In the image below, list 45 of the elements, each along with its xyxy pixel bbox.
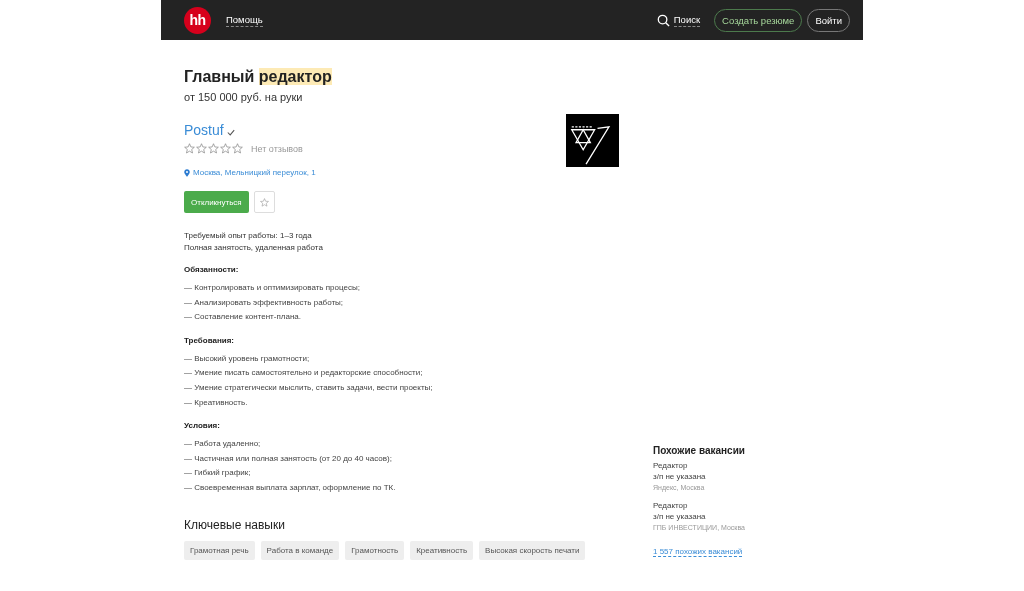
logo[interactable]: hh xyxy=(184,6,211,34)
list-item: — Гибкий график; xyxy=(184,467,252,480)
skill-tag: Грамотность xyxy=(345,540,405,560)
company-logo xyxy=(566,114,619,167)
vacancy-title: Главный редактор xyxy=(184,67,333,87)
similar-salary: з/п не указана xyxy=(653,510,707,522)
list-item: — Умение стратегически мыслить, ставить задачи, вести проекты; xyxy=(184,381,434,394)
list-item: — Креативность. xyxy=(184,396,249,409)
similar-vacancy-link[interactable]: Редактор xyxy=(653,459,863,471)
list-item: — Контролировать и оптимизировать процесы; xyxy=(184,282,361,294)
salary: от 150 000 руб. на руки xyxy=(184,91,304,103)
list-item: — Составление контент-плана. xyxy=(184,311,302,324)
reviews-count: Нет отзывов xyxy=(251,143,303,154)
star-icon xyxy=(184,143,195,154)
list-item: — Своевременная выплата зарплат, оформление по ТК. xyxy=(184,481,397,494)
list-item: — Анализировать эффективность работы; xyxy=(184,296,345,309)
similar-vacancy-link[interactable]: Редактор xyxy=(653,499,863,511)
star-icon xyxy=(208,143,219,154)
address-link[interactable]: Москва, Мельницкий переулок, 1 xyxy=(193,168,316,177)
skill-tag: Креативность xyxy=(410,540,474,560)
section-heading: Условия: xyxy=(184,421,221,432)
experience-text: Требуемый опыт работы: 1–3 года xyxy=(184,230,313,242)
list-item: — Умение писать самостоятельно и редакторские способности; xyxy=(184,367,424,380)
skill-tag: Грамотная речь xyxy=(184,540,255,560)
more-similar-link[interactable]: 1 557 похожих вакансий xyxy=(653,546,743,557)
list-item: — Частичная или полная занятость (от 20 до 40 часов); xyxy=(184,452,393,465)
section-heading: Обязанности: xyxy=(184,265,240,275)
star-icon xyxy=(232,143,243,154)
skill-tag: Высокая скорость печати xyxy=(479,540,586,560)
similar-heading: Похожие вакансии xyxy=(653,444,746,456)
company-link[interactable]: Postuf xyxy=(184,122,224,138)
star-icon xyxy=(259,197,269,207)
list-item: — Высокий уровень грамотности; xyxy=(184,352,311,365)
section-heading: Требования: xyxy=(184,335,235,346)
search-link[interactable]: Поиск xyxy=(673,13,701,27)
star-icon xyxy=(196,143,207,154)
help-link[interactable]: Помощь xyxy=(226,13,263,27)
list-item: — Работа удаленно; xyxy=(184,438,262,451)
skills-heading: Ключевые навыки xyxy=(184,517,286,532)
similar-salary: з/п не указана xyxy=(653,470,707,482)
employment-text: Полная занятость, удаленная работа xyxy=(184,242,324,254)
search-icon[interactable] xyxy=(656,13,670,27)
location-pin-icon xyxy=(184,168,190,177)
star-icon xyxy=(220,143,231,154)
skill-tag: Работа в команде xyxy=(260,540,340,560)
